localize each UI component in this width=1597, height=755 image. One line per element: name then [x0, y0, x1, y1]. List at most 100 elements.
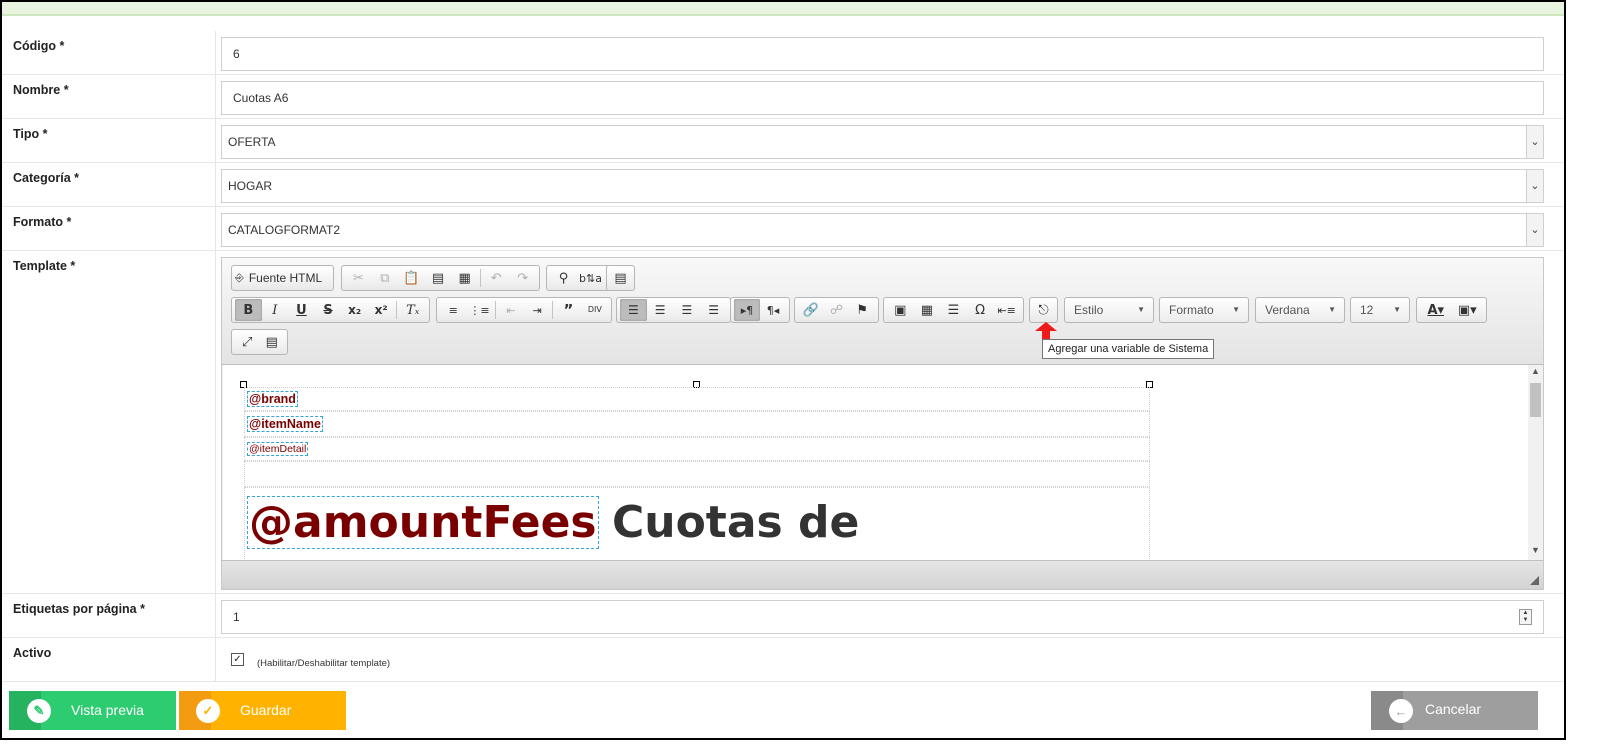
find-group: ⚲ b⇅a — [546, 265, 610, 291]
font-combo[interactable]: Verdana ▼ — [1255, 297, 1345, 323]
scroll-thumb[interactable] — [1530, 383, 1541, 417]
codigo-input[interactable]: 6 — [221, 37, 1544, 71]
cancel-button-label: Cancelar — [1425, 701, 1482, 717]
blockquote-icon[interactable]: ” — [555, 299, 581, 321]
activo-label: Activo — [13, 646, 52, 660]
copy-icon[interactable]: ⧉ — [372, 267, 399, 289]
italic-icon[interactable]: I — [262, 299, 289, 321]
table-cell[interactable] — [244, 461, 1150, 487]
special-char-icon[interactable]: Ω — [967, 299, 994, 321]
link-icon[interactable]: 🔗 — [798, 299, 824, 321]
chevron-down-icon[interactable]: ⌄ — [1526, 214, 1543, 246]
find-icon[interactable]: ⚲ — [550, 267, 577, 289]
codigo-label: Código * — [13, 39, 65, 53]
save-button[interactable]: ✓ Guardar — [179, 691, 346, 730]
table-icon[interactable]: ▦ — [914, 299, 941, 321]
source-icon: ⎆ — [235, 271, 244, 284]
red-arrow-icon — [1035, 322, 1057, 340]
editor-content-area[interactable]: @brand @itemName @itemDetail @amountFees… — [223, 365, 1528, 560]
horizontal-line-icon[interactable]: ☰ — [940, 299, 967, 321]
page-break-icon[interactable]: ⇤≡ — [993, 299, 1020, 321]
paste-text-icon[interactable]: ▤ — [425, 267, 452, 289]
bold-icon[interactable]: B — [235, 299, 262, 321]
system-variable-group: ⎋ — [1029, 297, 1058, 323]
formato-select[interactable]: CATALOGFORMAT2 ⌄ — [221, 213, 1544, 247]
save-button-label: Guardar — [240, 702, 292, 718]
ltr-icon[interactable]: ▸¶ — [734, 299, 760, 321]
div-icon[interactable]: DIV — [582, 299, 608, 321]
resize-grip-icon[interactable] — [1530, 576, 1539, 585]
numbered-list-icon[interactable]: ≡ — [440, 299, 466, 321]
preview-button[interactable]: ✎ Vista previa — [9, 691, 176, 730]
number-stepper-icon[interactable]: ▲ ▼ — [1519, 609, 1532, 625]
paste-word-icon[interactable]: ▦ — [451, 267, 478, 289]
cancel-button[interactable]: ← Cancelar — [1371, 691, 1538, 730]
select-all-icon[interactable]: ▤ — [610, 267, 631, 289]
size-combo[interactable]: 12 ▼ — [1350, 297, 1410, 323]
align-center-icon[interactable]: ☰ — [647, 299, 674, 321]
scroll-down-icon[interactable]: ▼ — [1528, 545, 1543, 559]
outdent-icon[interactable]: ⇤ — [498, 299, 524, 321]
activo-hint: (Habilitar/Deshabilitar template) — [257, 658, 391, 669]
brand-variable[interactable]: @brand — [247, 391, 298, 407]
justify-icon[interactable]: ☰ — [700, 299, 727, 321]
show-blocks-icon[interactable]: ▤ — [260, 331, 285, 353]
categoria-select[interactable]: HOGAR ⌄ — [221, 169, 1544, 203]
image-icon[interactable]: ▣ — [887, 299, 914, 321]
chevron-down-icon: ▼ — [1328, 305, 1336, 314]
amount-fees-variable[interactable]: @amountFees — [247, 496, 599, 549]
scroll-up-icon[interactable]: ▲ — [1528, 366, 1543, 380]
tipo-select[interactable]: OFERTA ⌄ — [221, 125, 1544, 159]
indent-icon[interactable]: ⇥ — [524, 299, 550, 321]
categoria-label: Categoría * — [13, 171, 79, 185]
chevron-down-icon[interactable]: ⌄ — [1526, 126, 1543, 158]
system-variable-icon[interactable]: ⎋ — [1033, 299, 1054, 321]
select-all-group: ▤ — [606, 265, 635, 291]
editor-scrollbar[interactable]: ▲ ▼ — [1528, 365, 1543, 560]
remove-format-icon[interactable]: Tₓ — [399, 299, 426, 321]
system-variable-tooltip: Agregar una variable de Sistema — [1042, 339, 1215, 359]
nombre-input[interactable]: Cuotas A6 — [221, 81, 1544, 115]
strike-icon[interactable]: S — [315, 299, 342, 321]
formato-value: CATALOGFORMAT2 — [228, 223, 341, 237]
chevron-down-icon[interactable]: ⌄ — [1526, 170, 1543, 202]
rtl-icon[interactable]: ¶◂ — [760, 299, 786, 321]
insert-group: ▣ ▦ ☰ Ω ⇤≡ — [883, 297, 1024, 323]
arrow-left-icon: ← — [1389, 699, 1413, 723]
activo-checkbox[interactable]: ✓ — [231, 653, 244, 666]
table-cell[interactable] — [244, 411, 1150, 437]
replace-icon[interactable]: b⇅a — [577, 267, 604, 289]
table-cell[interactable] — [244, 387, 1150, 411]
item-name-variable[interactable]: @itemName — [247, 416, 323, 432]
subscript-icon[interactable]: x₂ — [341, 299, 368, 321]
rich-text-editor: ⎆ Fuente HTML ✂ ⧉ 📋 ▤ ▦ ↶ ↷ ⚲ b⇅a ▤ B I … — [221, 257, 1544, 590]
undo-icon[interactable]: ↶ — [483, 267, 510, 289]
item-detail-variable[interactable]: @itemDetail — [247, 442, 309, 456]
superscript-icon[interactable]: x² — [368, 299, 395, 321]
text-color-icon[interactable]: A▾ — [1420, 299, 1452, 321]
table-cell[interactable] — [244, 437, 1150, 461]
style-combo[interactable]: Estilo ▼ — [1064, 297, 1154, 323]
template-label: Template * — [13, 259, 76, 273]
source-button[interactable]: ⎆ Fuente HTML — [231, 265, 334, 291]
tools-group: ⤢ ▤ — [231, 329, 288, 355]
align-right-icon[interactable]: ☰ — [674, 299, 701, 321]
size-combo-value: 12 — [1360, 303, 1374, 317]
bulleted-list-icon[interactable]: ⋮≡ — [466, 299, 492, 321]
unlink-icon[interactable]: ☍ — [824, 299, 850, 321]
cut-icon[interactable]: ✂ — [345, 267, 372, 289]
background-color-icon[interactable]: ▣▾ — [1452, 299, 1484, 321]
paste-icon[interactable]: 📋 — [398, 267, 425, 289]
underline-icon[interactable]: U — [288, 299, 315, 321]
anchor-icon[interactable]: ⚑ — [849, 299, 875, 321]
links-group: 🔗 ☍ ⚑ — [794, 297, 879, 323]
format-combo[interactable]: Formato ▼ — [1159, 297, 1249, 323]
style-combo-value: Estilo — [1074, 303, 1104, 317]
redo-icon[interactable]: ↷ — [509, 267, 536, 289]
align-left-icon[interactable]: ☰ — [620, 299, 647, 321]
categoria-value: HOGAR — [228, 179, 273, 193]
etiquetas-input[interactable]: 1 ▲ ▼ — [221, 600, 1544, 634]
maximize-icon[interactable]: ⤢ — [235, 331, 260, 353]
etiquetas-value: 1 — [233, 610, 240, 624]
tipo-label: Tipo * — [13, 127, 48, 141]
